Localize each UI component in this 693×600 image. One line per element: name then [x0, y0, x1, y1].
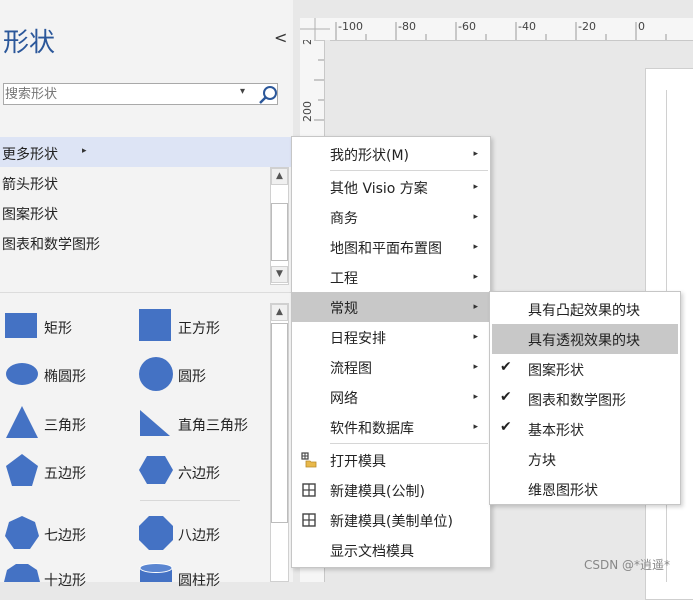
vruler-label: 200: [301, 101, 314, 122]
menu-item-new-stencil-metric[interactable]: 新建模具(公制): [292, 475, 490, 505]
search-box: ▾: [3, 83, 278, 105]
submenu-arrow-icon: ▸: [473, 242, 478, 252]
check-icon: ✔: [500, 389, 512, 405]
open-stencil-icon: [301, 452, 317, 468]
search-options-dropdown[interactable]: ▾: [240, 86, 245, 97]
search-icon[interactable]: [258, 85, 278, 105]
more-shapes-arrow-icon: ▸: [82, 146, 87, 156]
square-shape-icon[interactable]: [138, 308, 172, 342]
shape-label-right-triangle: 直角三角形: [178, 418, 248, 434]
submenu-item-raised-blocks[interactable]: 具有凸起效果的块: [490, 294, 680, 324]
menu-item-show-document-stencil[interactable]: 显示文档模具: [292, 535, 490, 565]
stencil-chart-math-shapes[interactable]: 图表和数学图形: [2, 234, 100, 254]
shape-label-triangle: 三角形: [44, 418, 86, 434]
circle-shape-icon[interactable]: [138, 356, 174, 392]
submenu-item-venn-shapes[interactable]: 维恩图形状: [490, 474, 680, 504]
right-triangle-shape-icon[interactable]: [138, 408, 172, 438]
menu-item-new-stencil-us[interactable]: 新建模具(美制单位): [292, 505, 490, 535]
triangle-shape-icon[interactable]: [4, 404, 40, 440]
menu-item-general[interactable]: 常规 ▸: [292, 292, 490, 322]
shapes-scroll-up-button[interactable]: ▲: [271, 304, 288, 321]
cylinder-shape-icon[interactable]: [138, 562, 174, 582]
submenu-item-blocks[interactable]: 方块: [490, 444, 680, 474]
shapes-scroll-thumb[interactable]: [271, 323, 288, 523]
more-shapes-menu: 我的形状(M) ▸ 其他 Visio 方案 ▸ 商务 ▸ 地图和平面布置图 ▸ …: [291, 136, 491, 568]
submenu-arrow-icon: ▸: [473, 392, 478, 402]
decagon-shape-icon[interactable]: [4, 562, 40, 582]
stencil-scroll-down-button[interactable]: ▼: [271, 266, 288, 283]
hruler-label: 0: [638, 20, 645, 33]
shape-label-cylinder: 圆柱形: [178, 573, 220, 589]
collapse-pane-button[interactable]: <: [274, 28, 287, 47]
shape-label-hexagon: 六边形: [178, 466, 220, 482]
submenu-arrow-icon: ▸: [473, 302, 478, 312]
ellipse-shape-icon[interactable]: [4, 361, 40, 387]
hruler-label: -100: [338, 20, 363, 33]
submenu-arrow-icon: ▸: [473, 362, 478, 372]
submenu-item-perspective-blocks[interactable]: 具有透视效果的块: [492, 324, 678, 354]
submenu-item-chart-math-shapes[interactable]: ✔ 图表和数学图形: [490, 384, 680, 414]
search-input[interactable]: [5, 85, 233, 103]
new-stencil-icon: [302, 483, 316, 497]
submenu-arrow-icon: ▸: [473, 182, 478, 192]
stencil-scroll-thumb[interactable]: [271, 203, 288, 261]
menu-item-flowchart[interactable]: 流程图 ▸: [292, 352, 490, 382]
menu-item-engineering[interactable]: 工程 ▸: [292, 262, 490, 292]
new-stencil-icon: [302, 513, 316, 527]
submenu-arrow-icon: ▸: [473, 422, 478, 432]
general-submenu: 具有凸起效果的块 具有透视效果的块 ✔ 图案形状 ✔ 图表和数学图形 ✔ 基本形…: [489, 291, 681, 505]
check-icon: ✔: [500, 359, 512, 375]
menu-item-business[interactable]: 商务 ▸: [292, 202, 490, 232]
hexagon-shape-icon[interactable]: [138, 454, 174, 486]
hruler-label: -80: [398, 20, 416, 33]
hruler-label: -20: [578, 20, 596, 33]
menu-item-maps-floor-plans[interactable]: 地图和平面布置图 ▸: [292, 232, 490, 262]
shape-label-circle: 圆形: [178, 369, 206, 385]
submenu-arrow-icon: ▸: [473, 332, 478, 342]
octagon-shape-icon[interactable]: [138, 515, 174, 551]
menu-item-open-stencil[interactable]: 打开模具: [292, 445, 490, 475]
shape-label-octagon: 八边形: [178, 528, 220, 544]
pane-divider: [0, 292, 293, 293]
shape-label-decagon: 十边形: [44, 573, 86, 589]
stencil-pattern-shapes[interactable]: 图案形状: [2, 204, 58, 224]
shapes-divider: [140, 500, 240, 501]
shape-label-square: 正方形: [178, 321, 220, 337]
submenu-item-basic-shapes[interactable]: ✔ 基本形状: [490, 414, 680, 444]
submenu-arrow-icon: ▸: [473, 212, 478, 222]
shape-label-rectangle: 矩形: [44, 321, 72, 337]
ruler-corner: [300, 18, 330, 40]
menu-item-software-database[interactable]: 软件和数据库 ▸: [292, 412, 490, 442]
shape-label-pentagon: 五边形: [44, 466, 86, 482]
menu-item-my-shapes[interactable]: 我的形状(M) ▸: [292, 139, 490, 169]
menu-item-schedule[interactable]: 日程安排 ▸: [292, 322, 490, 352]
heptagon-shape-icon[interactable]: [4, 515, 40, 551]
stencil-scroll-up-button[interactable]: ▲: [271, 168, 288, 185]
check-icon: ✔: [500, 419, 512, 435]
shapes-pane-title: 形状: [3, 28, 56, 58]
shape-label-heptagon: 七边形: [44, 528, 86, 544]
submenu-arrow-icon: ▸: [473, 272, 478, 282]
rectangle-shape-icon[interactable]: [4, 311, 38, 341]
pentagon-shape-icon[interactable]: [4, 452, 40, 488]
watermark: CSDN @*逍遥*: [584, 558, 671, 572]
menu-separator: [330, 170, 488, 171]
stencil-arrow-shapes[interactable]: 箭头形状: [2, 174, 58, 194]
hruler-label: -40: [518, 20, 536, 33]
menu-item-network[interactable]: 网络 ▸: [292, 382, 490, 412]
menu-separator: [330, 443, 488, 444]
submenu-item-pattern-shapes[interactable]: ✔ 图案形状: [490, 354, 680, 384]
hruler-label: -60: [458, 20, 476, 33]
shape-label-ellipse: 椭圆形: [44, 369, 86, 385]
more-shapes-label: 更多形状: [2, 147, 58, 163]
menu-item-other-visio-solutions[interactable]: 其他 Visio 方案 ▸: [292, 172, 490, 202]
submenu-arrow-icon: ▸: [473, 149, 478, 159]
horizontal-ruler: -100 -80 -60 -40 -20 0: [330, 18, 693, 41]
